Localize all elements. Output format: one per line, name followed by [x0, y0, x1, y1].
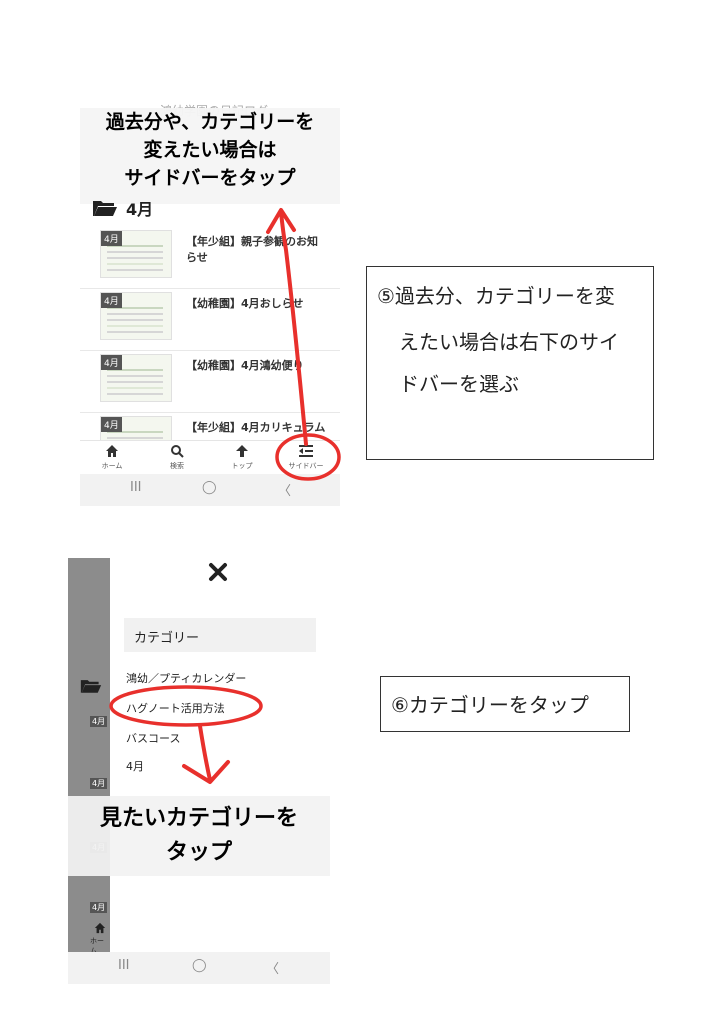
callout-text: ⑥カテゴリーをタップ [391, 693, 589, 717]
annotation-arrow-2 [109, 685, 263, 784]
highlight-ellipse [109, 685, 263, 727]
callout-step-6: ⑥カテゴリーをタップ [380, 676, 630, 732]
